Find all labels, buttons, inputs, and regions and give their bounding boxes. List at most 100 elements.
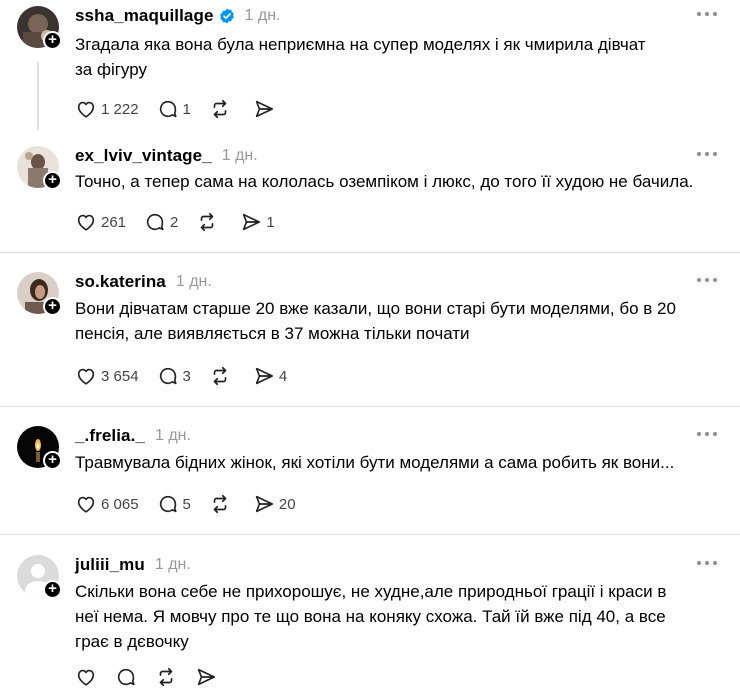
divider: [0, 406, 740, 407]
timestamp: 1 дн.: [244, 7, 281, 24]
timestamp: 1 дн.: [155, 427, 191, 444]
reply-count: 2: [170, 213, 179, 231]
verified-badge-icon: [219, 8, 234, 24]
post-card: + ssha_maquillage 1 дн. Згадала яка вона…: [0, 0, 740, 135]
like-count: 3 654: [101, 367, 139, 385]
post-card: + juliii_mu 1 дн. Скільки вона себе не п…: [0, 549, 740, 687]
comment-icon: [159, 100, 177, 118]
divider: [0, 252, 740, 253]
post-text-line: неї нема. Я мовчу про те що вона на коня…: [75, 607, 666, 626]
post-card: + _.frelia._ 1 дн. Травмувала бідних жін…: [0, 420, 740, 530]
more-options-icon[interactable]: [697, 272, 719, 286]
reply-button[interactable]: [115, 666, 137, 688]
post-header: ssha_maquillage 1 дн.: [75, 6, 280, 26]
thread-line: [37, 62, 39, 130]
heart-icon: [77, 214, 95, 231]
heart-icon: [77, 669, 95, 686]
comment-icon: [159, 495, 177, 513]
repost-button[interactable]: [209, 365, 235, 387]
more-options-icon[interactable]: [697, 555, 719, 569]
reply-count: 5: [182, 495, 191, 513]
follow-plus-icon[interactable]: +: [43, 451, 62, 470]
timestamp: 1 дн.: [221, 147, 258, 164]
send-icon: [255, 100, 273, 118]
reply-count: 1: [182, 100, 191, 118]
share-count: 4: [278, 367, 288, 385]
reply-button[interactable]: 3: [157, 365, 191, 387]
more-options-icon[interactable]: [697, 426, 719, 440]
like-count: 1 222: [101, 100, 139, 118]
username[interactable]: so.katerina: [75, 272, 166, 292]
repost-button[interactable]: [209, 493, 235, 515]
send-icon: [197, 668, 216, 686]
username[interactable]: ex_lviv_vintage_: [75, 146, 212, 166]
comment-icon: [117, 668, 135, 686]
repost-icon: [201, 212, 214, 232]
timestamp: 1 дн.: [154, 556, 191, 573]
post-text-line: пенсія, але виявляється в 37 можна тільк…: [75, 324, 470, 343]
reply-button[interactable]: 2: [144, 211, 178, 233]
post-text-line: Згадала яка вона була неприємна на супер…: [75, 35, 646, 54]
follow-plus-icon[interactable]: +: [43, 580, 62, 599]
send-icon: [255, 367, 273, 385]
like-count: 261: [101, 213, 127, 231]
share-button[interactable]: [195, 666, 217, 688]
action-bar: [75, 665, 235, 689]
follow-plus-icon[interactable]: +: [43, 31, 62, 50]
action-bar: 1 222 1: [75, 97, 297, 121]
more-options-icon[interactable]: [697, 6, 719, 20]
like-button[interactable]: 3 654: [75, 365, 139, 387]
post-text-line: грає в дєвочку: [75, 632, 189, 651]
repost-icon: [159, 667, 173, 687]
heart-icon: [77, 368, 95, 385]
share-button[interactable]: 1: [240, 211, 275, 233]
post-text: Вони дівчатам старше 20 вже казали, що в…: [75, 296, 725, 346]
share-button[interactable]: 4: [253, 365, 287, 387]
repost-button[interactable]: [209, 98, 235, 120]
post-text: Згадала яка вона була неприємна на супер…: [75, 32, 725, 82]
post-card: + so.katerina 1 дн. Вони дівчатам старше…: [0, 266, 740, 404]
post-text-line: Вони дівчатам старше 20 вже казали, що в…: [75, 299, 676, 318]
reply-count: 3: [182, 367, 191, 385]
like-button[interactable]: 261: [75, 211, 126, 233]
follow-plus-icon[interactable]: +: [43, 171, 62, 190]
post-text-line: за фігуру: [75, 60, 148, 79]
like-button[interactable]: [75, 666, 97, 688]
repost-icon: [213, 99, 227, 119]
repost-icon: [213, 366, 227, 386]
share-count: 20: [278, 495, 296, 513]
username[interactable]: juliii_mu: [75, 555, 145, 575]
repost-icon: [213, 494, 227, 514]
more-options-icon[interactable]: [697, 146, 719, 160]
post-text-line: Точно, а тепер сама на кололась оземпіко…: [75, 172, 694, 191]
post-header: _.frelia._ 1 дн.: [75, 426, 191, 446]
post-text: Скільки вона себе не прихорошує, не худн…: [75, 579, 725, 654]
action-bar: 6 065 5 20: [75, 492, 314, 516]
post-header: ex_lviv_vintage_ 1 дн.: [75, 146, 258, 166]
repost-button[interactable]: [196, 211, 222, 233]
heart-icon: [77, 101, 95, 118]
username[interactable]: _.frelia._: [75, 426, 145, 446]
send-icon: [255, 495, 273, 513]
post-text: Точно, а тепер сама на кололась оземпіко…: [75, 169, 725, 194]
divider: [0, 534, 740, 535]
like-count: 6 065: [101, 495, 139, 513]
share-button[interactable]: [253, 98, 279, 120]
post-header: juliii_mu 1 дн.: [75, 555, 191, 575]
like-button[interactable]: 1 222: [75, 98, 139, 120]
post-header: so.katerina 1 дн.: [75, 272, 212, 292]
post-text-line: Травмувала бідних жінок, які хотіли бути…: [75, 453, 675, 472]
heart-icon: [77, 496, 95, 513]
like-button[interactable]: 6 065: [75, 493, 139, 515]
username[interactable]: ssha_maquillage: [75, 6, 214, 26]
reply-button[interactable]: 5: [157, 493, 191, 515]
action-bar: 261 2 1: [75, 210, 293, 234]
post-text-line: Скільки вона себе не прихорошує, не худн…: [75, 582, 667, 601]
repost-button[interactable]: [155, 666, 177, 688]
share-button[interactable]: 20: [253, 493, 296, 515]
post-card: + ex_lviv_vintage_ 1 дн. Точно, а тепер …: [0, 140, 740, 252]
follow-plus-icon[interactable]: +: [43, 297, 62, 316]
timestamp: 1 дн.: [175, 273, 212, 290]
comment-icon: [146, 213, 164, 231]
reply-button[interactable]: 1: [157, 98, 191, 120]
